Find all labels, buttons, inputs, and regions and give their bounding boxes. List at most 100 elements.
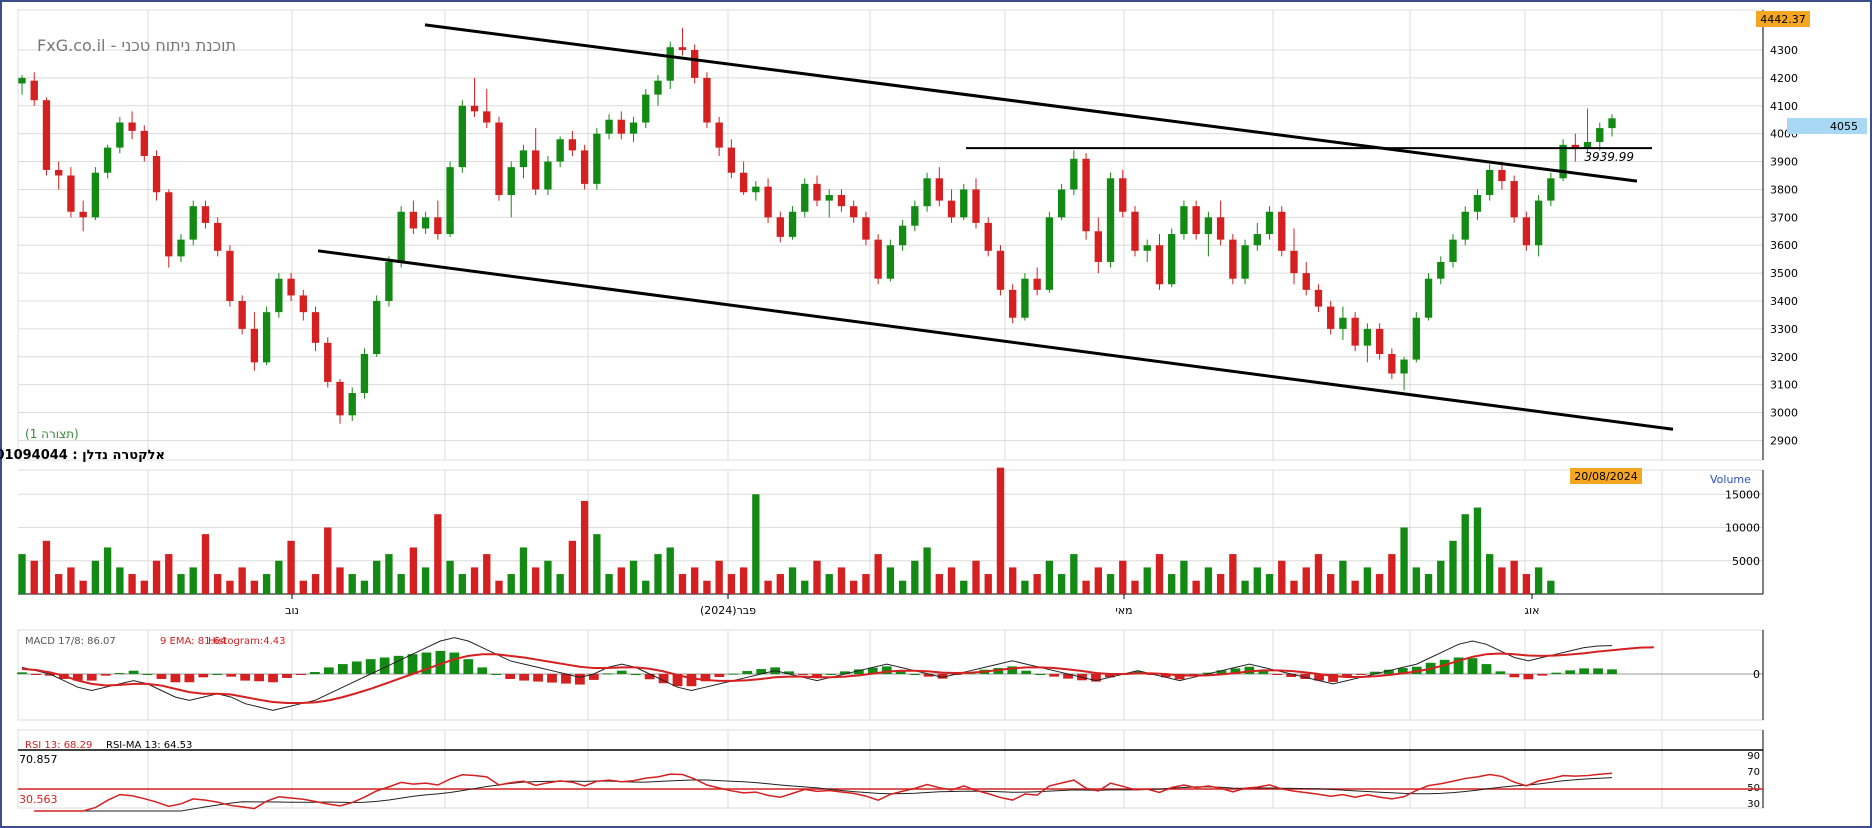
macd-histogram-bar — [826, 674, 836, 675]
candle-body — [214, 222, 222, 251]
candle-body — [55, 169, 63, 176]
volume-bar — [470, 567, 479, 594]
candle-body — [1412, 317, 1420, 360]
macd-histogram-bar — [296, 674, 306, 675]
volume-tick-label: 5000 — [1732, 555, 1760, 568]
candle-body — [617, 119, 625, 134]
candle-body — [1155, 245, 1164, 285]
candle-body — [324, 342, 332, 382]
volume-bar — [727, 574, 736, 594]
macd-histogram-bar — [156, 674, 167, 679]
volume-bar — [507, 574, 515, 594]
volume-bar — [373, 560, 381, 594]
candle-body — [874, 239, 882, 279]
volume-bar — [801, 580, 809, 594]
macd-histogram-bar — [533, 674, 543, 682]
candle-body — [703, 77, 711, 123]
volume-bar — [1424, 574, 1433, 594]
volume-bar — [764, 580, 772, 594]
volume-bar — [1412, 567, 1420, 594]
volume-bar — [1033, 574, 1041, 594]
macd-histogram-bar — [798, 674, 808, 675]
macd-histogram-bar — [1537, 674, 1548, 676]
candle-body — [1070, 158, 1078, 190]
volume-bar — [1119, 560, 1127, 594]
volume-bar — [947, 567, 956, 594]
rsi-tick-label: 90 — [1747, 751, 1760, 762]
volume-bar — [911, 560, 919, 594]
macd-histogram-bar — [31, 674, 41, 675]
candle-body — [275, 278, 283, 313]
instrument-label: אלקטרה נדלן : 01094044 — [0, 448, 165, 463]
candle-body — [1486, 169, 1494, 196]
volume-bar — [324, 527, 332, 594]
candle-body — [1327, 306, 1335, 329]
candle-body — [960, 189, 968, 218]
candle-body — [1278, 211, 1286, 251]
volume-bar — [275, 560, 283, 594]
volume-bar — [434, 514, 442, 594]
candle-body — [360, 353, 369, 394]
candle-body — [1094, 231, 1102, 262]
volume-bar — [580, 500, 589, 594]
price-tick-label: 2900 — [1770, 434, 1798, 447]
candle-body — [397, 211, 405, 262]
candle-body — [409, 211, 418, 229]
volume-bar — [116, 567, 124, 594]
macd-histogram-bar — [198, 674, 209, 678]
candle-body — [1314, 289, 1323, 307]
candle-body — [1473, 195, 1482, 212]
macd-histogram-bar — [212, 674, 223, 675]
volume-bar — [91, 560, 100, 594]
macd-label: MACD 17/8: 86.07 — [25, 636, 116, 647]
volume-bar — [923, 547, 931, 594]
volume-bar — [1045, 560, 1054, 594]
macd-histogram-bar — [1481, 664, 1492, 674]
volume-bar — [385, 554, 393, 594]
price-tick-label: 3600 — [1770, 239, 1798, 252]
candle-body — [532, 150, 540, 190]
candle-body — [495, 122, 503, 196]
candle-body — [250, 328, 259, 363]
candle-body — [654, 80, 662, 95]
macd-histogram-bar — [1565, 670, 1576, 674]
rsi-lower-level: 30.563 — [19, 793, 58, 806]
candle-body — [1302, 273, 1310, 290]
candle-body — [1534, 200, 1543, 246]
volume-bar — [1082, 580, 1090, 594]
candle-body — [238, 301, 246, 329]
candle-body — [996, 250, 1005, 290]
volume-bar — [752, 494, 760, 594]
macd-histogram-bar — [100, 674, 111, 676]
volume-bar — [629, 560, 638, 594]
candle-body — [373, 301, 381, 354]
candle-body — [752, 186, 760, 193]
volume-bar — [703, 580, 711, 594]
candle-body — [1229, 239, 1237, 279]
macd-histogram-bar — [310, 672, 320, 674]
volume-bar — [825, 574, 833, 594]
macd-histogram-bar — [449, 652, 460, 674]
volume-title: Volume — [1710, 473, 1751, 486]
high-price-badge: 4442.37 — [1760, 13, 1806, 26]
macd-histogram-bar — [1607, 669, 1617, 674]
candle-body — [165, 192, 173, 257]
candle-body — [886, 245, 895, 279]
volume-bar — [605, 574, 613, 594]
candle-body — [1351, 317, 1359, 346]
candle-body — [1498, 169, 1506, 182]
volume-bar — [262, 574, 271, 594]
volume-bar — [788, 567, 797, 594]
volume-bar — [996, 467, 1005, 594]
macd-histogram-bar — [86, 674, 97, 681]
candle-body — [91, 172, 100, 218]
candle-body — [116, 122, 124, 148]
candle-body — [189, 206, 197, 240]
volume-bar — [1180, 560, 1188, 594]
candle-body — [715, 122, 723, 148]
candle-body — [1131, 211, 1139, 251]
macd-histogram-bar — [1356, 674, 1366, 675]
volume-bar — [1168, 574, 1176, 594]
resistance-level-label: 3939.99 — [1584, 150, 1634, 164]
volume-bar — [140, 580, 148, 594]
